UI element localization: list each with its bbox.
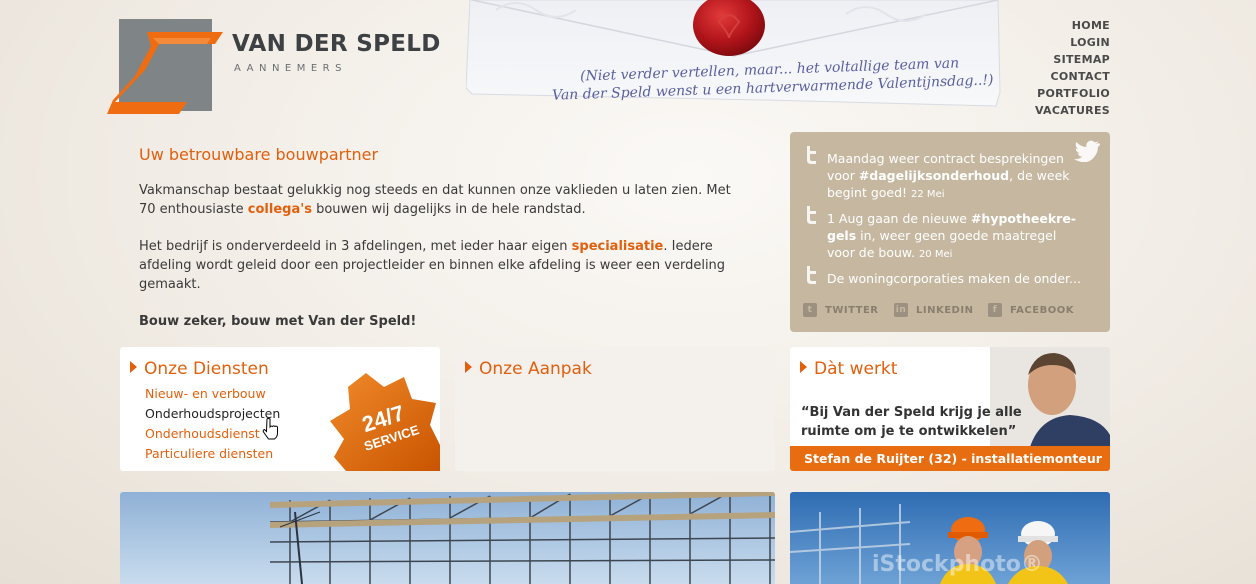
scaffolding-image [120,492,775,584]
social-facebook[interactable]: f FACEBOOK [988,303,1074,317]
nav-contact[interactable]: CONTACT [1035,68,1110,85]
dat-werkt-box: Dàt werkt “Bij Van der Speld krijg je al… [790,347,1110,471]
specialisatie-link[interactable]: specialisatie [572,239,664,254]
tweet-date: 20 Mei [918,249,953,260]
intro-slogan: Bouw zeker, bouw met Van der Speld! [139,314,417,329]
employee-quote: “Bij Van der Speld krijg je alle ruimte … [801,405,1022,439]
diensten-title-text: Onze Diensten [144,359,269,379]
aanpak-title[interactable]: Onze Aanpak [465,359,592,379]
tweet-text: 1 Aug gaan de nieuwe [827,211,971,226]
tweet-icon [807,266,816,284]
linkedin-icon: in [894,303,908,317]
tweet-3[interactable]: De woningcorporaties maken de onder... [827,270,1087,287]
hand-cursor-icon [262,418,278,440]
arrow-right-icon [800,361,807,373]
tweet-date: 22 Mei [911,189,945,200]
social-label: FACEBOOK [1010,304,1074,316]
aanpak-title-text: Onze Aanpak [479,359,592,379]
intro-paragraph-1: Vakmanschap bestaat gelukkig nog steeds … [139,181,739,219]
intro-title: Uw betrouwbare bouwpartner [139,145,379,164]
diensten-box: Onze Diensten 24/7 SERVICE Nieuw- en ver… [120,347,440,471]
service-24-7-badge: 24/7 SERVICE [330,373,440,471]
diensten-title[interactable]: Onze Diensten [130,359,269,379]
workers-photo: iStockphoto® [790,492,1110,584]
arrow-right-icon [130,361,137,373]
logo-s-icon [107,32,223,114]
logo-name[interactable]: VAN DER SPELD [232,31,441,57]
logo-subtitle: AANNEMERS [234,63,347,74]
twitter-feed-box: Maandag weer contract besprekingen voor … [790,132,1110,332]
facebook-icon: f [988,303,1002,317]
dat-werkt-title-text: Dàt werkt [814,359,898,379]
aanpak-box: Onze Aanpak [455,347,775,471]
arrow-right-icon [465,361,472,373]
intro-text: Vakmanschap bestaat gelukkig nog steeds … [139,181,739,349]
tweet-1[interactable]: Maandag weer contract besprekingen voor … [827,150,1087,203]
nav-home[interactable]: HOME [1035,17,1110,34]
dienst-nieuw-verbouw[interactable]: Nieuw- en verbouw [145,386,266,401]
top-navigation: HOME LOGIN SITEMAP CONTACT PORTFOLIO VAC… [1035,17,1110,119]
tweet-icon [807,146,816,164]
tweet-text: De woningcorporaties maken de onder... [827,271,1081,286]
tweet-hashtag[interactable]: #dagelijksonderhoud [859,168,1009,183]
tweet-2[interactable]: 1 Aug gaan de nieuwe #hypotheekre-gels i… [827,210,1087,263]
social-label: TWITTER [825,304,879,316]
intro-paragraph-2: Het bedrijf is onderverdeeld in 3 afdeli… [139,237,739,294]
scaffolding-photo [120,492,775,584]
social-twitter[interactable]: t TWITTER [803,303,878,317]
twitter-icon: t [803,303,817,317]
collegas-link[interactable]: collega's [248,202,312,217]
dienst-particuliere-diensten[interactable]: Particuliere diensten [145,446,273,461]
nav-sitemap[interactable]: SITEMAP [1035,51,1110,68]
social-linkedin[interactable]: in LINKEDIN [894,303,973,317]
stock-watermark: iStockphoto® [872,552,1043,577]
nav-portfolio[interactable]: PORTFOLIO [1035,85,1110,102]
nav-login[interactable]: LOGIN [1035,34,1110,51]
dienst-onderhoudsdienst[interactable]: Onderhoudsdienst [145,426,260,441]
dat-werkt-title[interactable]: Dàt werkt [800,359,897,379]
social-label: LINKEDIN [916,304,974,316]
tweet-icon [807,206,816,224]
nav-vacatures[interactable]: VACATURES [1035,102,1110,119]
dienst-onderhoudsprojecten[interactable]: Onderhoudsprojecten [145,406,280,421]
intro-text-segment: Het bedrijf is onderverdeeld in 3 afdeli… [139,239,572,254]
employee-caption[interactable]: Stefan de Ruijter (32) - installatiemont… [790,446,1110,471]
intro-text-segment: bouwen wij dagelijks in de hele randstad… [311,202,586,217]
